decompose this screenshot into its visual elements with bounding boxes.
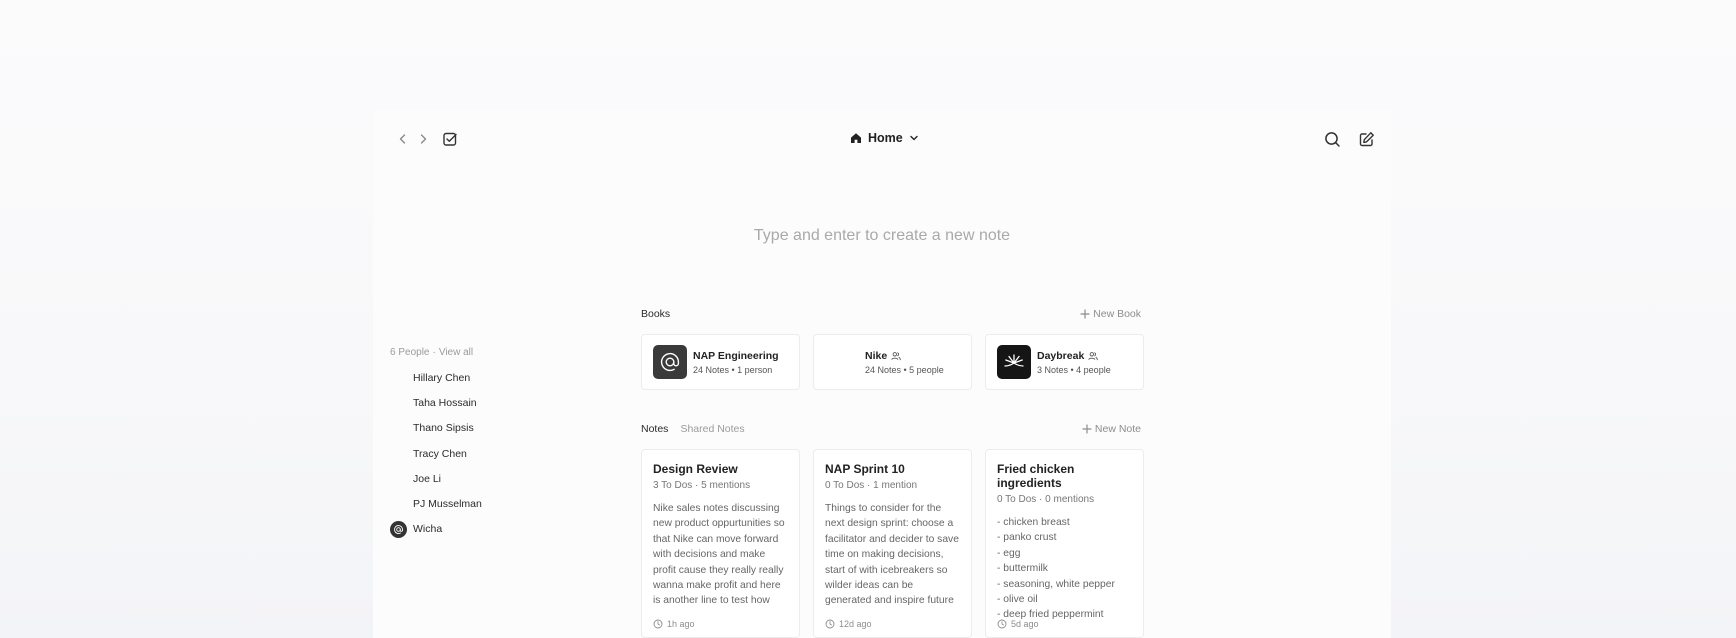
note-preview: - chicken breast - panko crust - egg - b… — [997, 517, 1115, 621]
todos-button[interactable] — [439, 128, 461, 150]
person-item[interactable]: Tracy Chen — [390, 441, 590, 466]
plus-icon — [1080, 309, 1090, 319]
books-title: Books — [641, 308, 671, 320]
clock-icon — [653, 619, 663, 629]
forward-button[interactable] — [412, 128, 434, 150]
clock-icon — [825, 619, 835, 629]
app-window: Home Type and enter to create a new note… — [373, 110, 1391, 638]
person-item[interactable]: Taha Hossain — [390, 390, 590, 415]
people-separator: · — [432, 347, 436, 358]
search-button[interactable] — [1321, 128, 1343, 150]
book-card[interactable]: Nike 24 Notes • 5 people — [813, 334, 972, 390]
book-info: Nike 24 Notes • 5 people — [865, 350, 944, 375]
sunrise-icon — [1004, 354, 1024, 367]
chevron-left-icon — [399, 134, 406, 144]
person-name: Taha Hossain — [413, 396, 477, 409]
people-list: 6 People · View all Hillary Chen Taha Hoss… — [390, 347, 590, 542]
search-icon — [1324, 131, 1340, 147]
at-sign-icon — [660, 352, 680, 372]
person-item[interactable]: Thano Sipsis — [390, 416, 590, 441]
note-time-text: 1h ago — [667, 619, 695, 629]
people-count: 6 People — [390, 347, 430, 358]
person-item[interactable]: Hillary Chen — [390, 365, 590, 390]
note-title: Design Review — [653, 462, 738, 476]
person-name: Joe Li — [413, 472, 442, 485]
checkbox-icon — [443, 132, 457, 146]
new-book-button[interactable]: New Book — [1080, 308, 1141, 320]
book-card[interactable]: Daybreak 3 Notes • 4 people — [985, 334, 1144, 390]
person-item[interactable]: PJ Musselman — [390, 491, 590, 516]
avatar — [390, 470, 407, 487]
book-name-text: Nike — [865, 349, 888, 362]
book-logo — [825, 345, 859, 379]
avatar — [390, 445, 407, 462]
compose-icon — [1359, 131, 1374, 146]
person-name: PJ Musselman — [413, 498, 482, 511]
avatar — [390, 394, 407, 411]
avatar — [390, 496, 407, 513]
person-item[interactable]: Joe Li — [390, 466, 590, 491]
avatar — [390, 520, 407, 538]
home-dropdown[interactable]: Home — [850, 127, 919, 149]
book-name: Daybreak — [1037, 350, 1111, 362]
people-header: 6 People · View all — [390, 347, 590, 358]
person-name: Thano Sipsis — [413, 422, 474, 435]
book-name-text: Daybreak — [1037, 349, 1085, 362]
avatar — [390, 369, 407, 386]
chevron-right-icon — [420, 134, 427, 144]
note-time-text: 12d ago — [839, 619, 872, 629]
note-card[interactable]: NAP Sprint 10 0 To Dos · 1 mention Thing… — [813, 449, 972, 638]
notes-header: Notes Shared Notes New Note — [641, 423, 1141, 435]
tab-shared-notes[interactable]: Shared Notes — [680, 423, 744, 435]
books-header: Books New Book — [641, 308, 1141, 320]
book-card[interactable]: NAP Engineering 24 Notes • 1 person — [641, 334, 800, 390]
new-book-label: New Book — [1093, 308, 1141, 320]
person-name: Hillary Chen — [413, 371, 471, 384]
note-time: 1h ago — [653, 619, 695, 629]
tab-notes[interactable]: Notes — [641, 423, 668, 435]
home-icon — [851, 133, 861, 143]
note-meta: 0 To Dos · 1 mention — [825, 480, 918, 491]
note-preview: Things to consider for the next design s… — [825, 503, 959, 607]
new-note-label: New Note — [1094, 423, 1141, 435]
avatar — [390, 420, 407, 437]
notes-tabs: Notes Shared Notes — [641, 423, 745, 435]
at-sign-icon — [394, 525, 403, 534]
book-info: NAP Engineering 24 Notes • 1 person — [693, 350, 779, 375]
book-meta: 24 Notes • 5 people — [865, 364, 944, 375]
note-time: 12d ago — [825, 619, 872, 629]
note-meta: 3 To Dos · 5 mentions — [653, 480, 751, 491]
plus-icon — [1082, 424, 1092, 434]
top-bar: Home — [373, 110, 1391, 164]
person-item[interactable]: Wicha — [390, 517, 590, 542]
new-note-input[interactable]: Type and enter to create a new note — [373, 227, 1391, 245]
book-logo — [997, 345, 1031, 379]
home-label: Home — [868, 131, 903, 145]
chevron-down-icon — [910, 135, 918, 141]
back-button[interactable] — [392, 128, 414, 150]
book-info: Daybreak 3 Notes • 4 people — [1037, 350, 1111, 375]
note-card[interactable]: Fried chicken ingredients 0 To Dos · 0 m… — [985, 449, 1144, 638]
book-name-text: NAP Engineering — [693, 349, 779, 362]
new-note-action[interactable]: New Note — [1082, 423, 1141, 435]
book-name: NAP Engineering — [693, 350, 779, 362]
book-logo — [653, 345, 687, 379]
book-meta: 3 Notes • 4 people — [1037, 364, 1111, 375]
note-preview: Nike sales notes discussing new product … — [653, 503, 785, 607]
note-title: NAP Sprint 10 — [825, 462, 905, 476]
shared-people-icon — [1088, 351, 1099, 360]
person-name: Tracy Chen — [413, 447, 467, 460]
book-name: Nike — [865, 350, 944, 362]
new-note-button[interactable] — [1355, 128, 1377, 150]
view-all-link[interactable]: View all — [439, 347, 473, 358]
note-title: Fried chicken ingredients — [997, 462, 1075, 490]
book-meta: 24 Notes • 1 person — [693, 364, 773, 375]
note-time: 5d ago — [997, 619, 1039, 629]
note-time-text: 5d ago — [1011, 619, 1039, 629]
clock-icon — [997, 619, 1007, 629]
person-name: Wicha — [413, 523, 443, 536]
note-card[interactable]: Design Review 3 To Dos · 5 mentions Nike… — [641, 449, 800, 638]
note-meta: 0 To Dos · 0 mentions — [997, 494, 1095, 505]
shared-people-icon — [891, 351, 901, 360]
